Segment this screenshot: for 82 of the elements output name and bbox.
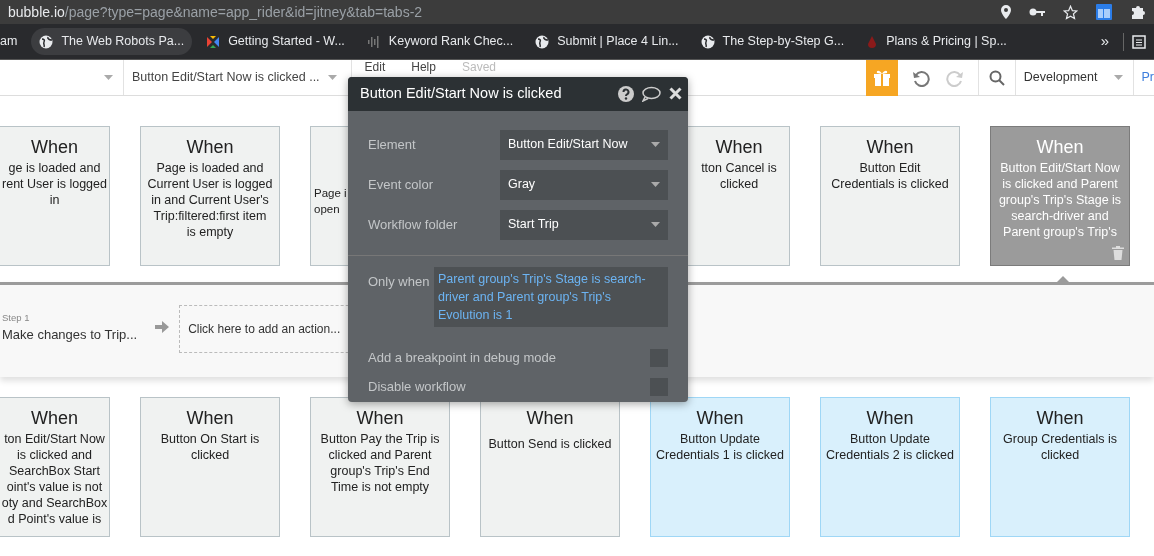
event-card[interactable]: When Button On Start is clicked bbox=[140, 397, 280, 537]
event-trigger-label: When bbox=[866, 136, 914, 158]
comment-icon[interactable] bbox=[642, 85, 661, 102]
environment-dropdown[interactable]: Development bbox=[1015, 68, 1129, 87]
event-card[interactable]: When Button Edit Credentials is clicked bbox=[820, 126, 960, 266]
close-icon[interactable] bbox=[669, 87, 682, 101]
event-description: Group Credentials is clicked bbox=[1003, 431, 1117, 463]
field-label: Event color bbox=[368, 176, 434, 195]
event-card[interactable]: When Group Credentials is clicked bbox=[990, 397, 1130, 537]
event-description: tton Cancel is clicked bbox=[701, 160, 777, 192]
event-card[interactable]: When Button Pay the Trip is clicked and Parent group's Trip's End Time is not empty bbox=[310, 397, 450, 537]
select-field[interactable]: Gray bbox=[500, 169, 668, 200]
event-trigger-label: When bbox=[31, 136, 78, 158]
help-icon[interactable] bbox=[618, 85, 634, 102]
event-description: Button Edit/Start Now is clicked and Parent group's Trip's Stage is search-driver and Parent group's Trip's bbox=[998, 160, 1122, 240]
globe-icon bbox=[535, 34, 550, 49]
event-description: Button Pay the Trip is clicked and Parent group's Trip's End Time is not empty bbox=[320, 431, 440, 495]
event-card[interactable]: When ton Edit/Start Now is clicked and SearchBox Start oint's value is not oty and SearchBox d Point's value is bbox=[0, 397, 110, 537]
more-bookmarks-button[interactable]: » bbox=[1100, 30, 1109, 53]
event-card[interactable]: When Page is loaded and Current User is logged in and Current User's Trip:filtered:first item is empty bbox=[140, 126, 280, 266]
caret-icon bbox=[1113, 75, 1123, 80]
menu-item[interactable]: Edit bbox=[364, 60, 386, 74]
event-card[interactable]: When Button Update Credentials 2 is clicked bbox=[820, 397, 960, 537]
event-trigger-label: When bbox=[526, 407, 574, 429]
event-description: Button Edit Credentials is clicked bbox=[831, 160, 949, 192]
event-description: Button On Start is clicked bbox=[160, 431, 260, 463]
popup-title: Button Edit/Start Now is clicked bbox=[360, 84, 562, 104]
caret-icon bbox=[651, 222, 660, 228]
drop-icon bbox=[866, 34, 879, 49]
event-description: ton Edit/Start Now is clicked and SearchBox Start oint's value is not oty and SearchBox d Point's value is bbox=[1, 431, 108, 527]
event-trigger-label: When bbox=[1036, 407, 1084, 429]
condition-field[interactable]: Parent group's Trip's Stage is search-driver and Parent group's Trip's Evolution is 1 bbox=[434, 266, 668, 327]
gift-icon bbox=[872, 68, 891, 87]
event-trigger-label: When bbox=[866, 407, 914, 429]
event-description: Page i open bbox=[313, 186, 348, 217]
field-label: Element bbox=[368, 136, 416, 155]
event-trigger-label: When bbox=[696, 407, 744, 429]
bookmark-link[interactable]: The Web Robots Pa... bbox=[31, 28, 193, 55]
caret-icon bbox=[651, 142, 660, 148]
location-pin-icon[interactable] bbox=[1001, 5, 1011, 19]
save-status: Saved bbox=[461, 60, 496, 74]
event-trigger-label: When bbox=[186, 407, 234, 429]
caret-icon bbox=[651, 182, 660, 188]
event-card[interactable]: When ge is loaded and rent User is logged in bbox=[0, 126, 110, 266]
key-icon[interactable] bbox=[1029, 7, 1045, 17]
field-label: Only when bbox=[368, 272, 430, 291]
bookmark-link[interactable]: Submit | Place 4 Lin... bbox=[527, 28, 687, 55]
event-card[interactable]: When Button Update Credentials 1 is clicked bbox=[650, 397, 790, 537]
event-trigger-label: When bbox=[186, 136, 234, 158]
bookmark-link[interactable]: Getting Started - W... bbox=[198, 28, 353, 55]
event-trigger-label: When bbox=[31, 407, 78, 429]
chevron-logo-icon bbox=[206, 34, 221, 49]
gift-button[interactable] bbox=[865, 59, 898, 96]
bookmark-link[interactable]: am bbox=[0, 28, 26, 55]
arrow-right-icon bbox=[155, 321, 170, 333]
select-field[interactable]: Button Edit/Start Now bbox=[500, 129, 668, 160]
event-description: ge is loaded and rent User is logged in bbox=[2, 160, 107, 208]
event-description: Button Update Credentials 1 is clicked bbox=[656, 431, 784, 463]
caret-icon bbox=[327, 75, 337, 80]
step-label: Step 1 bbox=[2, 311, 31, 325]
bookmark-link[interactable]: The Step-by-Step G... bbox=[692, 28, 853, 55]
globe-icon bbox=[700, 34, 715, 49]
event-description: Button Send is clicked bbox=[488, 436, 612, 452]
star-icon[interactable] bbox=[1063, 4, 1078, 20]
event-description: Page is loaded and Current User is logged in and Current User's Trip:filtered:first item is empty bbox=[147, 160, 273, 240]
field-label: Workflow folder bbox=[368, 216, 458, 235]
preview-link[interactable]: Pr bbox=[1133, 68, 1154, 87]
reading-list-icon[interactable] bbox=[1132, 34, 1146, 49]
event-trigger-label: When bbox=[356, 407, 404, 429]
waveform-icon bbox=[366, 34, 381, 49]
menu-item[interactable]: Help bbox=[411, 60, 436, 74]
event-trigger-label: When bbox=[715, 136, 763, 158]
event-description: Button Update Credentials 2 is clicked bbox=[826, 431, 954, 463]
bookmark-link[interactable]: Plans & Pricing | Sp... bbox=[858, 28, 1015, 55]
puzzle-icon[interactable] bbox=[1130, 4, 1146, 20]
event-trigger-label: When bbox=[1036, 136, 1084, 158]
bookmark-link[interactable]: Keyword Rank Chec... bbox=[358, 28, 522, 55]
step-action[interactable]: Make changes to Trip... bbox=[2, 325, 138, 345]
event-selector[interactable]: Button Edit/Start Now is clicked ... bbox=[124, 68, 343, 87]
globe-icon bbox=[39, 34, 54, 49]
select-field[interactable]: Start Trip bbox=[500, 209, 668, 240]
option-label: Disable workflow bbox=[368, 378, 466, 397]
